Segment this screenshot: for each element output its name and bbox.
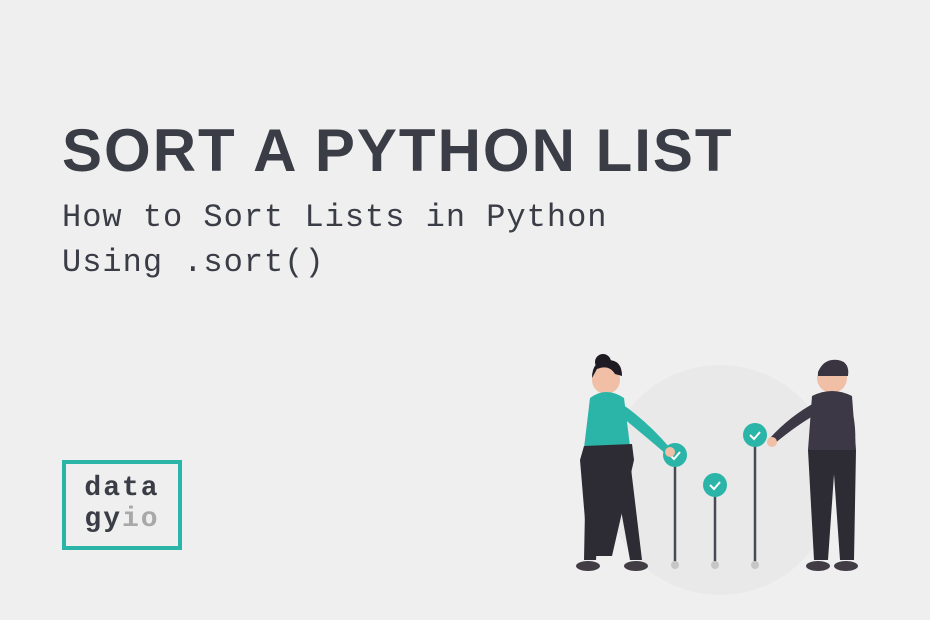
logo: data gyio (62, 460, 182, 550)
page-subtitle: How to Sort Lists in PythonUsing .sort() (62, 196, 607, 286)
logo-io: io (122, 504, 160, 535)
logo-line-1: data (84, 474, 159, 505)
logo-gy: gy (84, 504, 122, 535)
people-illustration-icon (540, 320, 900, 600)
page-title: SORT A PYTHON LIST (62, 116, 734, 185)
logo-line-2: gyio (84, 505, 159, 536)
